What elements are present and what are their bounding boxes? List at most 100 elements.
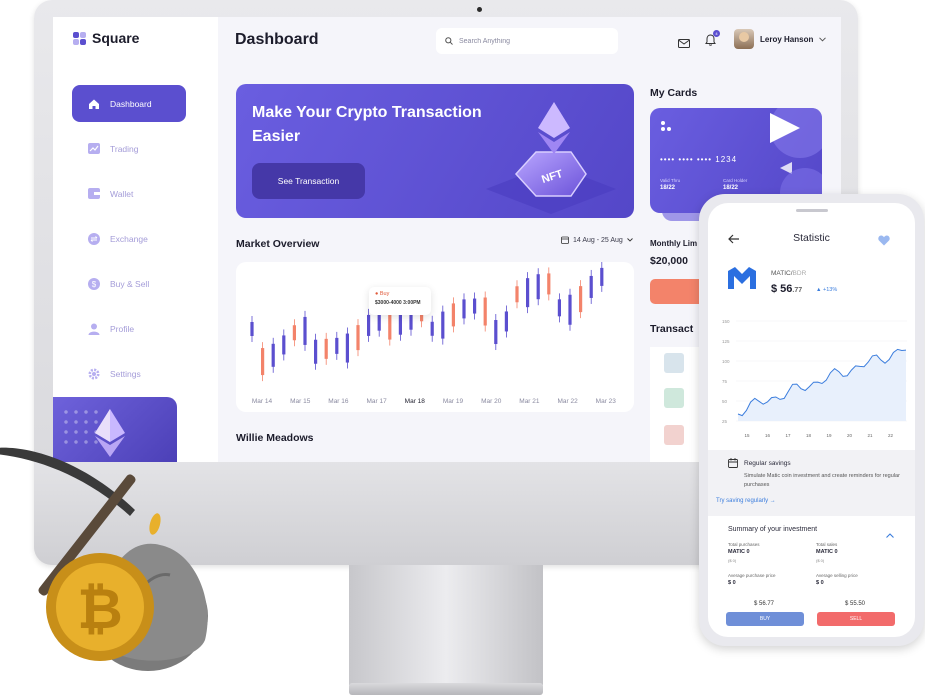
user-menu[interactable]: Leroy Hanson	[734, 29, 827, 49]
card-logo-icon	[661, 121, 671, 131]
candle	[504, 311, 508, 332]
phone-screen: Statistic MATIC/BDR $ 56.77 ▲ +13% 150 12…	[708, 203, 915, 637]
sidebar-nav: Dashboard Trading Wallet Exchange $ Buy …	[72, 85, 186, 400]
exchange-icon	[87, 232, 100, 245]
monthly-limit-value: $20,000	[650, 255, 688, 267]
avg-purchase-value: $ 0	[728, 580, 736, 586]
market-chart: Mar 14 Mar 15 Mar 16 Mar 17 Mar 18 Mar 19 Mar …	[236, 262, 634, 412]
sidebar-item-dashboard[interactable]: Dashboard	[72, 85, 186, 122]
search-icon	[445, 37, 453, 45]
mail-button[interactable]	[678, 35, 690, 53]
monthly-limit-title: Monthly Lim	[650, 239, 698, 248]
favorite-button[interactable]	[878, 233, 890, 251]
total-purchases-label: Total purchases	[728, 542, 760, 547]
page-title: Dashboard	[235, 31, 319, 48]
tooltip-range: $3000-4000	[375, 300, 402, 306]
avg-selling-label: Average selling price	[816, 573, 858, 578]
regular-savings-card: Regular savings Simulate Matic coin inve…	[708, 450, 915, 516]
hero-title: Make Your Crypto Transaction Easier	[252, 104, 482, 145]
tooltip-time: 3:00PM	[403, 300, 421, 306]
coin-price-main: $ 56	[771, 283, 793, 295]
sidebar-item-profile[interactable]: Profile	[72, 310, 186, 347]
x-axis-label: 15	[744, 433, 750, 438]
candle	[377, 313, 381, 331]
chevron-down-icon	[627, 238, 633, 242]
valid-thru-label: Valid Thru	[660, 178, 681, 183]
candle	[324, 338, 328, 359]
avatar[interactable]	[664, 388, 684, 408]
candle	[557, 299, 561, 317]
card-number: •••• •••• •••• 1234	[660, 155, 738, 164]
search-box[interactable]	[436, 28, 618, 54]
candle	[579, 286, 583, 313]
user-name: Leroy Hanson	[760, 34, 814, 44]
candle	[271, 343, 275, 367]
sidebar-item-trading[interactable]: Trading	[72, 130, 186, 167]
candle	[451, 303, 455, 327]
candle	[303, 316, 307, 345]
sidebar-item-settings[interactable]: Settings	[72, 355, 186, 392]
sidebar-item-label: Profile	[110, 323, 135, 334]
sidebar-item-exchange[interactable]: Exchange	[72, 220, 186, 257]
sidebar-item-label: Buy & Sell	[110, 278, 150, 289]
candle	[356, 325, 360, 351]
y-axis-label: 25	[722, 419, 728, 424]
candle	[462, 299, 466, 319]
notification-button[interactable]: 4	[705, 30, 720, 51]
try-saving-link[interactable]: Try saving regularly →	[716, 498, 776, 504]
date-range-label: 14 Aug - 25 Aug	[573, 236, 623, 244]
sell-button[interactable]: SELL	[817, 612, 895, 626]
savings-description: Simulate Matic coin investment and creat…	[744, 473, 900, 488]
coin-change: ▲ +13%	[816, 287, 837, 293]
chevron-up-icon	[886, 533, 894, 538]
x-axis-label: 20	[847, 433, 853, 438]
x-axis-label: Mar 19	[443, 398, 464, 405]
candle	[526, 278, 530, 308]
sidebar: Square Dashboard Trading Wallet Exchange…	[53, 17, 218, 462]
collapse-button[interactable]	[886, 525, 894, 543]
candle	[430, 321, 434, 336]
mail-icon	[678, 39, 690, 48]
calendar-icon	[561, 236, 569, 244]
search-input[interactable]	[459, 37, 599, 45]
notification-badge: 4	[713, 30, 720, 37]
date-range-picker[interactable]: 14 Aug - 25 Aug	[561, 236, 633, 244]
sidebar-item-buy-sell[interactable]: $ Buy & Sell	[72, 265, 186, 302]
sidebar-item-wallet[interactable]: Wallet	[72, 175, 186, 212]
logo-text: Square	[92, 30, 140, 46]
candle	[314, 339, 318, 364]
sidebar-item-label: Trading	[110, 143, 139, 154]
candle	[367, 314, 371, 336]
candle	[292, 325, 296, 341]
x-axis-label: Mar 18	[405, 398, 426, 405]
phone-frame: Statistic MATIC/BDR $ 56.77 ▲ +13% 150 12…	[699, 194, 924, 646]
y-axis-label: 50	[722, 399, 728, 404]
avg-purchase-label: Average purchase price	[728, 573, 776, 578]
candle	[536, 274, 540, 300]
see-transaction-button[interactable]: See Transaction	[252, 163, 365, 199]
coin-change-value: +13%	[822, 287, 838, 293]
total-sales-label: Total sales	[816, 542, 838, 547]
camera-dot	[477, 7, 482, 12]
candle	[483, 297, 487, 326]
dollar-icon: $	[87, 277, 100, 290]
x-axis-label: Mar 23	[596, 398, 617, 405]
x-axis-label: 18	[806, 433, 812, 438]
sidebar-item-label: Settings	[110, 368, 141, 379]
buy-button[interactable]: BUY	[726, 612, 804, 626]
sidebar-item-label: Exchange	[110, 233, 148, 244]
user-icon	[87, 322, 100, 335]
up-arrow-icon: ▲	[816, 287, 823, 293]
hero-banner: Make Your Crypto Transaction Easier See …	[236, 84, 634, 218]
transactions-title: Transact	[650, 323, 694, 335]
candle	[345, 333, 349, 363]
avatar[interactable]	[664, 425, 684, 445]
buy-price: $ 56.77	[754, 601, 775, 607]
card-holder-value: 18/22	[723, 185, 739, 191]
stage: Square Dashboard Trading Wallet Exchange…	[0, 0, 925, 698]
my-cards-title: My Cards	[650, 87, 698, 99]
wallet-icon	[87, 187, 100, 200]
candle	[335, 337, 339, 354]
logo[interactable]: Square	[73, 30, 139, 46]
avatar[interactable]	[664, 353, 684, 373]
